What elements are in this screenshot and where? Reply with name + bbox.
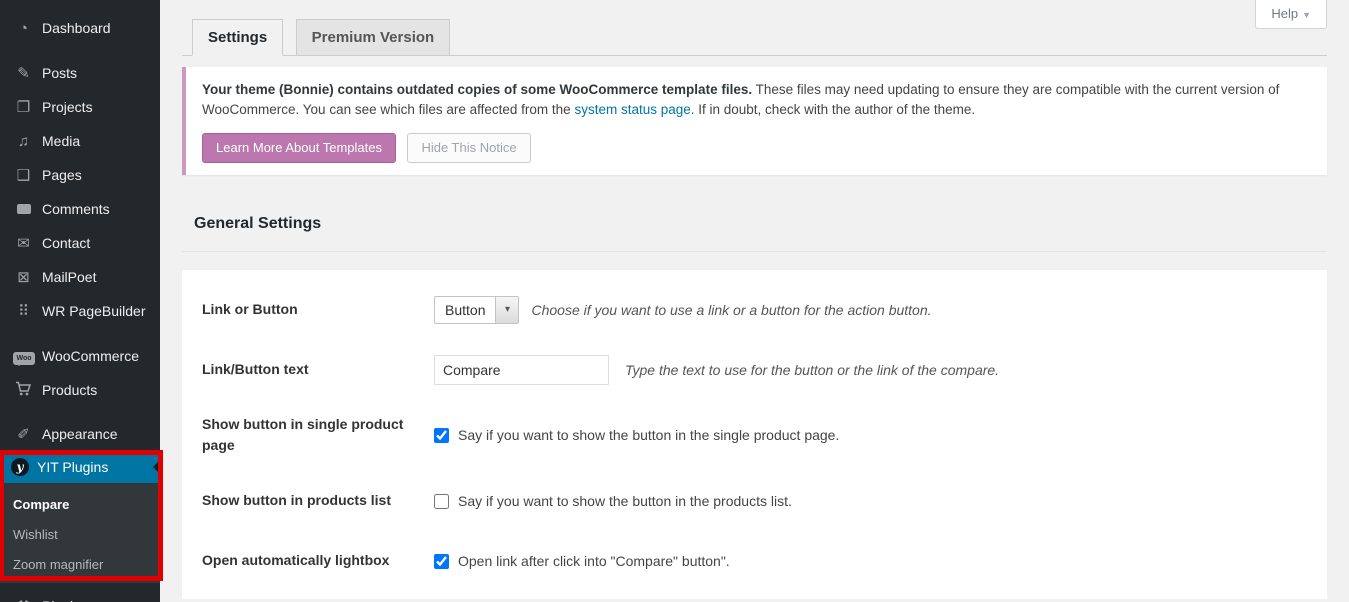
sidebar-item-media[interactable]: ♫ Media: [0, 124, 160, 158]
sidebar-item-label: Products: [42, 382, 97, 398]
sidebar-item-label: MailPoet: [42, 269, 96, 285]
page-title: General Settings: [182, 215, 1327, 252]
sidebar-item-contact[interactable]: ✉ Contact: [0, 226, 160, 260]
sidebar-item-products[interactable]: Products: [0, 373, 160, 407]
menu-separator: [0, 45, 160, 56]
sidebar-item-label: Comments: [42, 201, 110, 217]
settings-form-panel: Link or Button Button ▾ Choose if you wa…: [182, 270, 1327, 599]
form-row-show-button-products-list: Show button in products list Say if you …: [202, 471, 1307, 531]
envelope-icon: ✉: [13, 236, 34, 251]
field-label: Open automatically lightbox: [202, 550, 434, 572]
pages-icon: ❑: [13, 168, 34, 183]
sidebar-item-label: YIT Plugins: [37, 459, 108, 475]
system-status-page-link[interactable]: system status page: [574, 102, 690, 117]
sidebar-item-label: WooCommerce: [42, 348, 139, 364]
form-row-link-or-button: Link or Button Button ▾ Choose if you wa…: [202, 280, 1307, 340]
sidebar-item-comments[interactable]: Comments: [0, 192, 160, 226]
media-icon: ♫: [13, 134, 34, 149]
learn-more-about-templates-button[interactable]: Learn More About Templates: [202, 133, 396, 163]
field-description: Say if you want to show the button in th…: [458, 427, 839, 443]
form-row-show-button-single-product: Show button in single product page Say i…: [202, 400, 1307, 471]
sidebar-item-posts[interactable]: ✎ Posts: [0, 56, 160, 90]
tab-settings[interactable]: Settings: [192, 19, 283, 56]
submenu-item-compare[interactable]: Compare: [0, 489, 160, 519]
show-button-products-list-checkbox[interactable]: [434, 494, 449, 509]
submenu-item-zoom-magnifier[interactable]: Zoom magnifier: [0, 549, 160, 579]
sidebar-item-label: Pages: [42, 167, 82, 183]
active-menu-arrow-icon: [153, 460, 160, 474]
sidebar-item-pages[interactable]: ❑ Pages: [0, 158, 160, 192]
posts-icon: ✎: [13, 66, 34, 81]
sidebar-item-projects[interactable]: ❐ Projects: [0, 90, 160, 124]
menu-separator: [0, 407, 160, 417]
sidebar-item-label: Plugins: [42, 598, 88, 602]
dashboard-icon: ◔: [13, 21, 34, 36]
hide-this-notice-button[interactable]: Hide This Notice: [407, 133, 530, 163]
chevron-down-icon: ▼: [1302, 10, 1311, 20]
sidebar-item-woocommerce[interactable]: Woo WooCommerce: [0, 339, 160, 373]
cart-icon: [13, 381, 34, 399]
sidebar-item-label: WR PageBuilder: [42, 303, 146, 319]
brush-icon: ✐: [13, 427, 34, 442]
sidebar-item-label: Contact: [42, 235, 90, 251]
sidebar-item-label: Projects: [42, 99, 93, 115]
tab-bar: Settings Premium Version: [182, 0, 1327, 56]
sidebar-item-plugins[interactable]: ⚒ Plugins: [0, 589, 160, 602]
open-automatically-lightbox-checkbox[interactable]: [434, 554, 449, 569]
woocommerce-template-notice: Your theme (Bonnie) contains outdated co…: [182, 67, 1327, 175]
field-description: Say if you want to show the button in th…: [458, 493, 792, 509]
admin-sidebar: ◔ Dashboard ✎ Posts ❐ Projects ♫ Media ❑…: [0, 0, 160, 602]
show-button-single-product-checkbox[interactable]: [434, 428, 449, 443]
field-label: Link or Button: [202, 299, 434, 321]
blocks-icon: ⠿: [13, 304, 34, 319]
field-description: Choose if you want to use a link or a bu…: [531, 302, 931, 318]
help-button[interactable]: Help ▼: [1255, 0, 1327, 29]
link-button-text-input[interactable]: [434, 355, 609, 385]
tab-premium-version[interactable]: Premium Version: [296, 19, 451, 56]
help-label: Help: [1271, 6, 1298, 21]
field-description: Type the text to use for the button or t…: [625, 362, 999, 378]
form-row-link-button-text: Link/Button text Type the text to use fo…: [202, 340, 1307, 400]
sidebar-item-label: Media: [42, 133, 80, 149]
field-label: Show button in single product page: [202, 414, 434, 457]
wordpress-admin-page: ◔ Dashboard ✎ Posts ❐ Projects ♫ Media ❑…: [0, 0, 1349, 602]
select-value: Button: [435, 297, 495, 323]
notice-bold-text: Your theme (Bonnie) contains outdated co…: [202, 82, 752, 97]
yit-plugins-icon: y: [11, 458, 29, 476]
select-chevron-down-icon: ▾: [495, 297, 518, 323]
envelope-x-icon: ⊠: [13, 270, 34, 285]
sidebar-item-appearance[interactable]: ✐ Appearance: [0, 417, 160, 451]
sidebar-item-label: Appearance: [42, 426, 118, 442]
menu-separator: [0, 328, 160, 339]
notice-text: . If in doubt, check with the author of …: [691, 102, 975, 117]
main-content: Help ▼ Settings Premium Version Your them…: [160, 0, 1349, 602]
field-label: Link/Button text: [202, 359, 434, 381]
sidebar-item-label: Posts: [42, 65, 77, 81]
folder-icon: ❐: [13, 100, 34, 115]
sidebar-item-wr-pagebuilder[interactable]: ⠿ WR PageBuilder: [0, 294, 160, 328]
sidebar-item-label: Dashboard: [42, 20, 111, 36]
sidebar-item-yit-plugins[interactable]: y YIT Plugins: [0, 451, 160, 483]
plugins-icon: ⚒: [13, 599, 34, 602]
yit-plugins-submenu: Compare Wishlist Zoom magnifier: [0, 483, 160, 583]
link-or-button-select[interactable]: Button ▾: [434, 296, 519, 324]
sidebar-item-dashboard[interactable]: ◔ Dashboard: [0, 11, 160, 45]
form-row-open-automatically-lightbox: Open automatically lightbox Open link af…: [202, 531, 1307, 591]
field-description: Open link after click into "Compare" but…: [458, 553, 730, 569]
comments-icon: [13, 202, 34, 217]
notice-message: Your theme (Bonnie) contains outdated co…: [202, 80, 1311, 121]
submenu-item-wishlist[interactable]: Wishlist: [0, 519, 160, 549]
field-label: Show button in products list: [202, 490, 434, 512]
sidebar-item-mailpoet[interactable]: ⊠ MailPoet: [0, 260, 160, 294]
notice-buttons: Learn More About Templates Hide This Not…: [202, 133, 1311, 163]
woocommerce-icon: Woo: [13, 348, 34, 365]
